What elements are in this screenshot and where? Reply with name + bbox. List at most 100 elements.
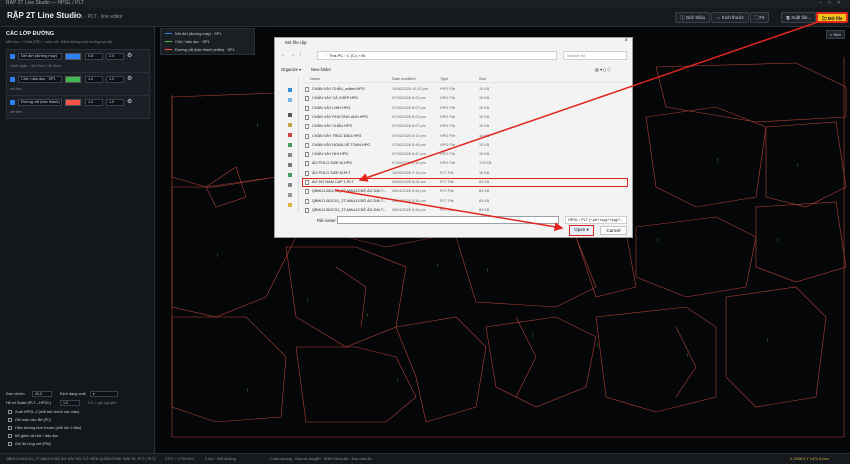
column-size[interactable]: Size [479,77,486,81]
scale-input[interactable]: 1.0 [60,400,80,406]
address-bar[interactable]: 🗀 This PC › C (C:) › IN [317,51,557,60]
fit-button[interactable]: ⛶ Fit [750,12,770,23]
file-date: 07/06/2026 8:10 pm [392,133,426,138]
column-type[interactable]: Type [440,77,448,81]
svg-text:↑: ↑ [306,298,309,304]
option-pen-width[interactable]: Ghi độ rộng nét (PW) [8,442,51,446]
option-dimensions[interactable]: Hiện đường kích thước (mỗi lớn 2 đầu) [8,426,81,430]
layer-visible-checkbox[interactable] [10,77,15,82]
status-help: Cuộn=phóng · Kéo=di chuyển · Shift+Click… [270,457,372,461]
file-row[interactable]: CHÂN VÁY CHẤU_edited.HPG 14/06/2026 12:30… [302,85,628,94]
column-name[interactable]: Name [310,77,320,81]
file-row[interactable]: ÁO SƠ NAM CẠP 1.PLT 08/05/2026 8:28 am PLT… [302,178,628,187]
close-icon[interactable]: × [624,38,628,44]
option-hpgl2[interactable]: Xuất HPGL-2 (mỗi bút chính xác màu) [8,410,79,414]
column-date[interactable]: Date modified [392,77,415,81]
dimensions-button[interactable]: ⇔ Kích thước [711,12,749,23]
file-icon [305,87,309,92]
file-type: PLT File [440,207,454,212]
svg-text:↑: ↑ [531,333,534,339]
svg-text:↑: ↑ [686,353,689,359]
layer-row-dashed[interactable]: Nét đứt (đường may) 0.8 2.0 ⚙ Cách ngắn … [6,49,150,73]
file-type: HPG File [440,114,456,119]
layer-hint: nét liền [10,110,22,114]
layer-visible-checkbox[interactable] [10,54,15,59]
cancel-button[interactable]: Cancel [600,226,627,235]
file-size: 176 KB [479,161,492,166]
file-row[interactable]: QBHLD-BGCX1_2T-MAU13 BỘ ÁO DÀI T... 26/04… [302,206,628,214]
checkbox[interactable] [8,418,12,422]
file-size: 10 KB [479,133,490,138]
organize-menu[interactable]: Organize ▾ [281,67,301,72]
filetype-select[interactable]: HPGL / PLT (*.plt;*.hpg;*.hpgl;*... [565,216,627,224]
layer-visible-checkbox[interactable] [10,100,15,105]
search-input[interactable]: Search IN [563,51,627,60]
file-row[interactable]: ÁO POLO SIZE M.PLT 10/05/2026 2:14 pm PLT … [302,169,628,178]
nav-arrows[interactable]: ←→↑ [281,52,306,58]
file-row[interactable]: ÁO POLO SIZE M.HPG 07/06/2026 2:19 pm HPG … [302,159,628,168]
file-type: HPG File [440,105,456,110]
layer-width-input[interactable]: 1.0 [85,99,103,106]
file-row[interactable]: CHÂN VÁY LINH.HPG 07/06/2026 8:07 pm HPG F… [302,104,628,113]
file-row[interactable]: CHÂN VÁY PHƯƠNG ANH.HPG 07/06/2026 8:03 p… [302,113,628,122]
file-type: HPG File [440,142,456,147]
new-folder-button[interactable]: New folder [311,67,331,72]
format-select[interactable]: ▾ [90,391,118,397]
background-button[interactable]: ◐ Nền [826,30,845,39]
layer-dash-input[interactable]: 1.0 [106,99,124,106]
file-row[interactable]: CHÂN VÁY NHI.HPG 07/06/2026 8:47 pm HPG Fi… [302,150,628,159]
navigation-tree[interactable] [277,77,299,212]
gear-icon[interactable]: ⚙ [127,98,132,105]
window-controls[interactable]: –□× [819,0,846,7]
layer-name-input[interactable]: Chữ / dấu dọc · SP1 [18,76,62,83]
layers-section-title: CÁC LỚP ĐƯỜNG [6,31,55,37]
layer-dash-input[interactable]: 2.0 [106,53,124,60]
file-icon [305,207,309,213]
layer-width-input[interactable]: 0.8 [85,53,103,60]
file-row[interactable]: CHÂN VÁY TRÚC ĐÀO.HPG 07/06/2026 8:10 pm H… [302,132,628,141]
layer-color-swatch[interactable] [65,99,81,106]
checkbox[interactable] [8,434,12,438]
file-date: 07/06/2026 8:48 pm [392,142,426,147]
export-button[interactable]: 🖫 Xuất file... [781,12,817,23]
file-row[interactable]: CHÂN VÁY NGẠN VỀ TOAN.HPG 07/06/2026 8:48… [302,141,628,150]
file-size: 10 KB [479,152,490,157]
units-input[interactable]: 40.0 [32,391,52,397]
file-type: HPG File [440,96,456,101]
option-reduce-text[interactable]: Bỏ giảm cả chữ / dấu dọc [8,434,58,438]
file-row[interactable]: QBHLD-BGCX1_2T-MAU13 BỘ ÁO DÀI T... 26/04… [302,197,628,206]
layer-color-swatch[interactable] [65,76,81,83]
layer-row-marks[interactable]: Chữ / dấu dọc · SP1 1.0 1.0 ⚙ nét liền [6,72,150,96]
file-row[interactable]: CHÂN VÁY CHẤU.HPG 07/06/2026 8:07 pm HPG F… [302,122,628,131]
file-type: HPG File [440,133,456,138]
file-date: 07/06/2026 8:03 pm [392,114,426,119]
about-button[interactable]: ⓘ Giới thiệu [675,12,711,23]
option-color[interactable]: Ghi màu vào file (PC) [8,418,51,422]
file-date: 07/06/2026 8:07 pm [392,124,426,129]
checkbox[interactable] [8,442,12,446]
file-list[interactable]: Name Date modified Type Size CHÂN VÁY CH… [302,77,628,214]
file-row[interactable]: QBHLD-BGCX1_2T-MAU13 BỘ ÁO DÀI T... 26/04… [302,187,628,196]
layer-name-input[interactable]: Đường cắt (bán thành) [18,99,62,106]
window-title: RẬP 2T Line Studio — HPGL / PLT [6,0,84,6]
file-icon [305,124,309,130]
svg-text:↑: ↑ [716,158,719,164]
layer-width-input[interactable]: 1.0 [85,76,103,83]
checkbox[interactable] [8,426,12,430]
layer-name-input[interactable]: Nét đứt (đường may) [18,53,62,60]
layer-dash-input[interactable]: 1.0 [106,76,124,83]
open-file-button[interactable]: 🗀 Mở file [816,12,849,23]
checkbox[interactable] [8,410,12,414]
gear-icon[interactable]: ⚙ [127,52,132,59]
layer-row-cut[interactable]: Đường cắt (bán thành) 1.0 1.0 ⚙ nét liền [6,95,150,119]
gear-icon[interactable]: ⚙ [127,75,132,82]
status-file: QBHLD-BGCX1_2T-MAU13 BỘ ÁO DÀI TAY CÓ VI… [6,457,156,461]
file-icon [305,152,309,158]
layer-color-swatch[interactable] [65,53,81,60]
filename-input[interactable] [337,216,559,224]
view-options-icon[interactable]: ▤ ▾ ▯ ⓘ [595,67,611,73]
file-row[interactable]: CHÂN VÁY CÁ CHÉP.HPG 07/06/2026 8:02 pm HP… [302,94,628,103]
file-date: 26/04/2026 5:34 pm [392,198,426,203]
open-button[interactable]: Open ▾ [569,225,594,236]
format-label: Định dạng xuất [60,392,86,396]
